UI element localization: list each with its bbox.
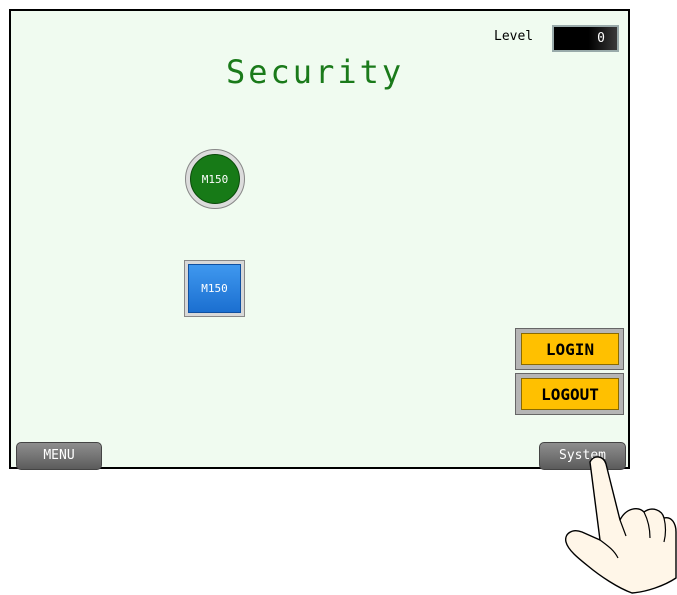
page-title: Security: [226, 53, 405, 91]
lamp-label: M150: [190, 154, 240, 204]
level-display: 0: [552, 25, 619, 52]
login-button-label: LOGIN: [521, 333, 619, 365]
bit-switch-button[interactable]: M150: [184, 260, 245, 317]
level-label: Level: [494, 29, 534, 44]
menu-button[interactable]: MENU: [16, 442, 102, 470]
hmi-screen: Security Level 0 M150 M150 LOGIN LOGOUT …: [9, 9, 630, 470]
login-button[interactable]: LOGIN: [515, 328, 624, 370]
hand-pointer-icon: [565, 456, 677, 594]
bit-switch-label: M150: [188, 264, 241, 313]
logout-button-label: LOGOUT: [521, 378, 619, 410]
logout-button[interactable]: LOGOUT: [515, 373, 624, 415]
lamp-indicator: M150: [185, 149, 245, 209]
